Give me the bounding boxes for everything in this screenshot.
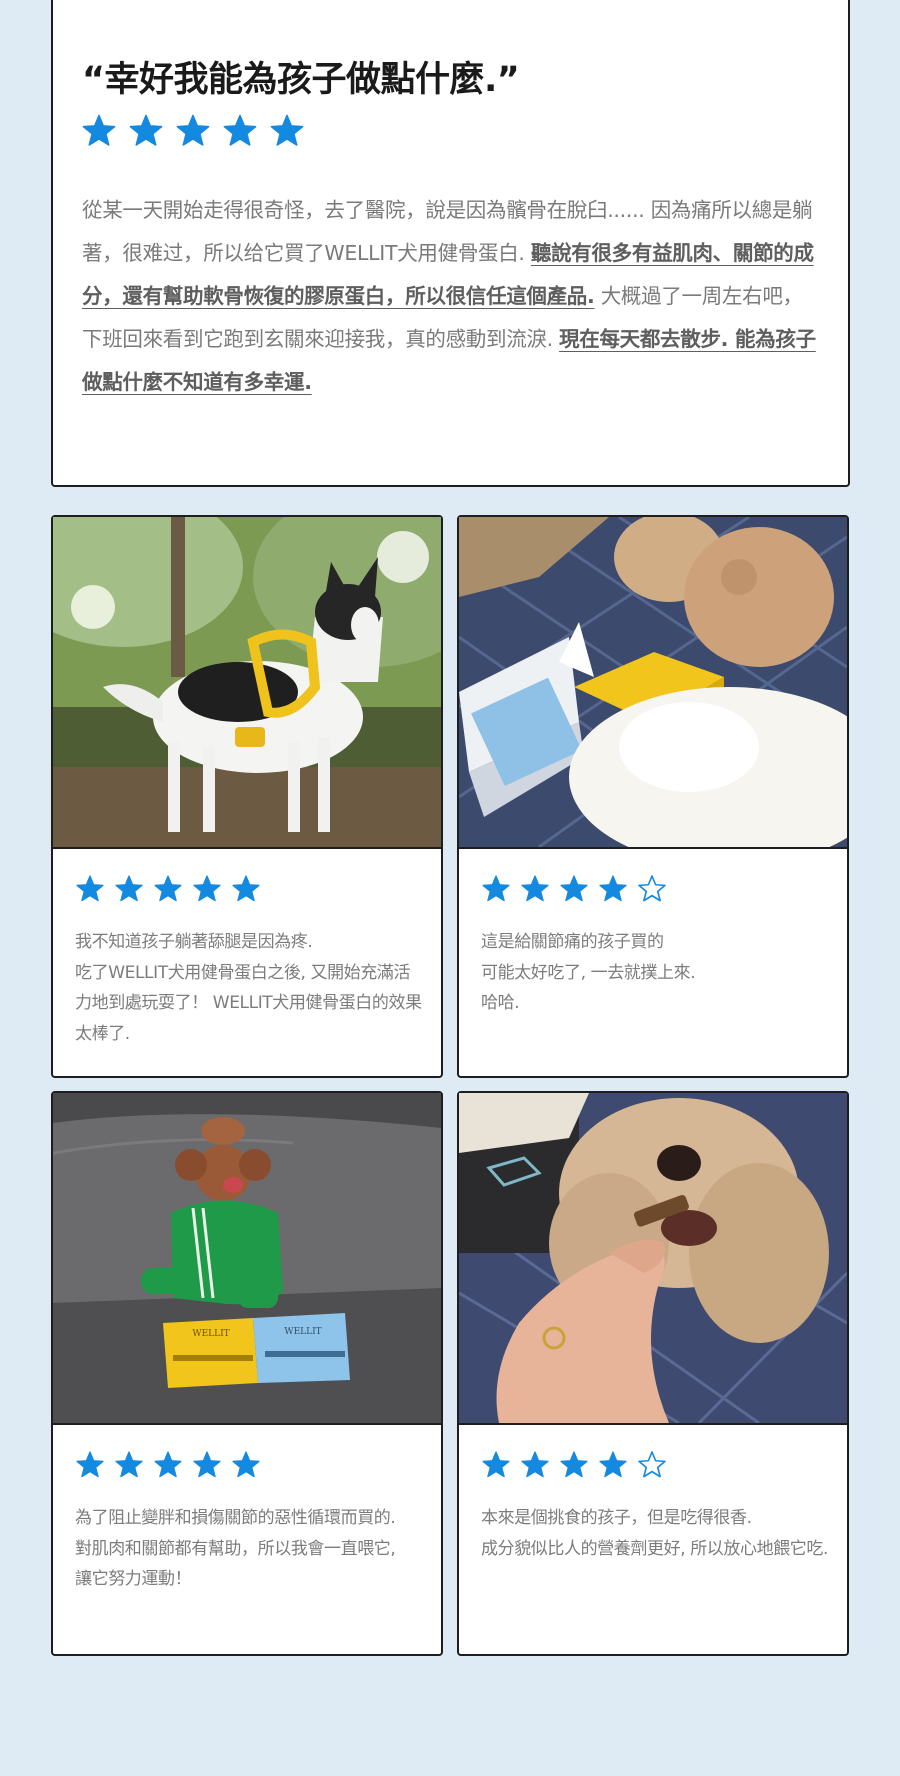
- star-filled-icon: [521, 875, 549, 902]
- star-filled-icon: [232, 875, 260, 902]
- star-rating: [81, 113, 305, 149]
- review-card: WELLIT WELLIT 為了阻止變胖和損傷關節的惡性循環而買的. 對肌肉和關…: [51, 1091, 443, 1656]
- product-box-label: WELLIT: [192, 1329, 229, 1339]
- star-filled-icon: [599, 875, 627, 902]
- review-title: “幸好我能為孩子做點什麼.”: [82, 60, 520, 100]
- star-filled-icon: [482, 1451, 510, 1478]
- star-filled-icon: [193, 875, 221, 902]
- star-filled-icon: [154, 1451, 182, 1478]
- star-filled-icon: [193, 1451, 221, 1478]
- review-body: 從某一天開始走得很奇怪，去了醫院，說是因為髕骨在脫臼...... 因為痛所以總是…: [82, 189, 817, 404]
- star-rating: [75, 874, 261, 904]
- review-card: 我不知道孩子躺著舔腿是因為疼. 吃了WELLIT犬用健骨蛋白之後, 又開始充滿活…: [51, 515, 443, 1078]
- star-filled-icon: [176, 114, 210, 146]
- star-filled-icon: [232, 1451, 260, 1478]
- star-filled-icon: [129, 114, 163, 146]
- star-filled-icon: [560, 875, 588, 902]
- dogs-with-boxes-photo: [459, 517, 847, 849]
- star-filled-icon: [560, 1451, 588, 1478]
- star-filled-icon: [115, 875, 143, 902]
- review-text: 這是給關節痛的孩子買的 可能太好吃了, 一去就撲上來. 哈哈.: [481, 932, 696, 1013]
- featured-review-card: “幸好我能為孩子做點什麼.” 從某一天開始走得很奇怪，去了醫院，說是因為髕骨在脫…: [51, 0, 850, 487]
- review-card: 本來是個挑食的孩子，但是吃得很香. 成分貌似比人的營養劑更好, 所以放心地餵它吃…: [457, 1091, 849, 1656]
- star-rating: [75, 1450, 261, 1480]
- dog-walk-photo: [53, 517, 441, 849]
- star-outline-icon: [638, 1451, 666, 1478]
- review-text: 本來是個挑食的孩子，但是吃得很香. 成分貌似比人的營養劑更好, 所以放心地餵它吃…: [481, 1508, 829, 1559]
- star-filled-icon: [599, 1451, 627, 1478]
- star-filled-icon: [76, 1451, 104, 1478]
- star-rating: [481, 874, 667, 904]
- review-card: 這是給關節痛的孩子買的 可能太好吃了, 一去就撲上來. 哈哈.: [457, 515, 849, 1078]
- star-outline-icon: [638, 875, 666, 902]
- dog-eating-treat-photo: [459, 1093, 847, 1425]
- star-filled-icon: [76, 875, 104, 902]
- star-filled-icon: [270, 114, 304, 146]
- product-box-label: WELLIT: [284, 1327, 321, 1337]
- poodle-sofa-photo: WELLIT WELLIT: [53, 1093, 441, 1425]
- star-filled-icon: [154, 875, 182, 902]
- star-filled-icon: [521, 1451, 549, 1478]
- star-rating: [481, 1450, 667, 1480]
- review-text: 我不知道孩子躺著舔腿是因為疼. 吃了WELLIT犬用健骨蛋白之後, 又開始充滿活…: [75, 932, 422, 1044]
- star-filled-icon: [223, 114, 257, 146]
- review-text: 為了阻止變胖和損傷關節的惡性循環而買的. 對肌肉和關節都有幫助，所以我會一直喂它…: [75, 1508, 396, 1589]
- star-filled-icon: [115, 1451, 143, 1478]
- star-filled-icon: [482, 875, 510, 902]
- star-filled-icon: [82, 114, 116, 146]
